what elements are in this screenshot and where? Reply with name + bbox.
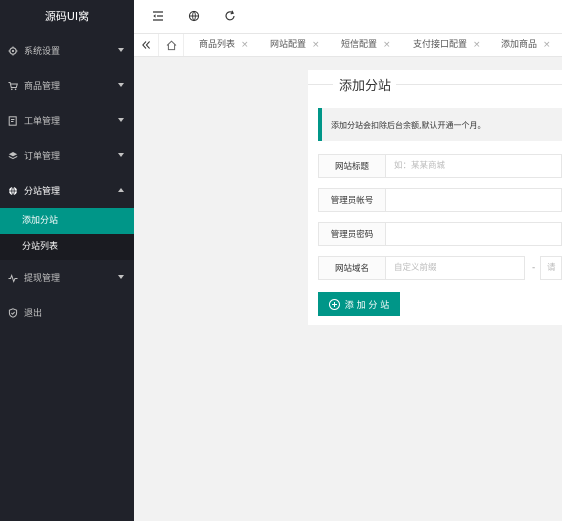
tab-label: 添加商品 — [501, 40, 538, 50]
gear-icon — [7, 45, 19, 57]
app-logo[interactable]: 源码UI窝 — [0, 0, 134, 33]
sidebar-subitem-add-substation[interactable]: 添加分站 — [0, 208, 134, 234]
globe-icon[interactable] — [188, 10, 200, 22]
sidebar-item-substation-management[interactable]: 分站管理 — [0, 173, 134, 208]
sidebar-item-label: 工单管理 — [24, 117, 61, 127]
add-substation-card: 添加分站 添加分站会扣除后台余额,默认开通一个月。 网站标题 如：某某商城 管理… — [308, 70, 562, 325]
close-icon[interactable]: × — [473, 40, 481, 50]
sidebar-item-label: 退出 — [24, 309, 43, 319]
admin-password-row: 管理员密码 — [318, 222, 562, 246]
pulse-icon — [7, 272, 19, 284]
sidebar-item-product-management[interactable]: 商品管理 — [0, 68, 134, 103]
refresh-icon[interactable] — [224, 10, 236, 22]
home-icon — [166, 40, 176, 50]
close-icon[interactable]: × — [383, 40, 391, 50]
sidebar-item-label: 商品管理 — [24, 82, 61, 92]
tab-add-product[interactable]: 添加商品 × — [501, 34, 551, 56]
sidebar-subitem-substation-list[interactable]: 分站列表 — [0, 234, 134, 260]
tab-sms-config[interactable]: 短信配置 × — [341, 34, 391, 56]
box-icon — [7, 150, 19, 162]
legend-divider — [308, 84, 333, 85]
close-icon[interactable]: × — [312, 40, 320, 50]
notice-box: 添加分站会扣除后台余额,默认开通一个月。 — [318, 108, 562, 141]
sidebar: 源码UI窝 系统设置 商品管理 工单管理 订单管理 分站管理 添加分站 分站列表… — [0, 0, 134, 521]
tabs-scroll-left-button[interactable] — [134, 34, 159, 56]
chevron-down-icon — [118, 153, 124, 157]
double-chevron-left-icon — [142, 41, 150, 49]
form-legend: 添加分站 — [308, 75, 562, 94]
domain-separator: - — [532, 263, 536, 273]
sidebar-item-label: 提现管理 — [24, 274, 61, 284]
site-title-label: 网站标题 — [318, 154, 386, 178]
tab-payment-config[interactable]: 支付接口配置 × — [413, 34, 481, 56]
cart-icon — [7, 80, 19, 92]
admin-account-label: 管理员帐号 — [318, 188, 386, 212]
domain-label: 网站域名 — [318, 256, 386, 280]
sidebar-item-withdrawal-management[interactable]: 提现管理 — [0, 260, 134, 295]
sidebar-item-label: 分站管理 — [24, 187, 61, 197]
shield-icon — [7, 307, 19, 319]
add-substation-button-label: 添 加 分 站 — [344, 300, 390, 311]
tab-home[interactable] — [159, 34, 184, 56]
tab-label: 支付接口配置 — [413, 40, 468, 50]
tabs-bar: 商品列表 × 网站配置 × 短信配置 × 支付接口配置 × 添加商品 × — [134, 34, 562, 57]
chevron-down-icon — [118, 275, 124, 279]
chevron-down-icon — [118, 118, 124, 122]
legend-divider — [396, 84, 562, 85]
tab-label: 网站配置 — [270, 40, 307, 50]
sidebar-item-logout[interactable]: 退出 — [0, 295, 134, 330]
domain-suffix-select[interactable]: 请选择 — [540, 256, 562, 280]
site-title-row: 网站标题 如：某某商城 — [318, 154, 562, 178]
plus-circle-icon — [328, 298, 340, 310]
chevron-down-icon — [118, 48, 124, 52]
add-substation-button[interactable]: 添 加 分 站 — [318, 292, 400, 316]
ticket-icon — [7, 115, 19, 127]
sidebar-item-label: 订单管理 — [24, 152, 61, 162]
domain-row: 网站域名 自定义前缀 - 请选择 — [318, 256, 562, 280]
chevron-up-icon — [118, 188, 124, 192]
sidebar-item-order-management[interactable]: 订单管理 — [0, 138, 134, 173]
tab-product-list[interactable]: 商品列表 × — [199, 34, 249, 56]
sidebar-item-label: 系统设置 — [24, 47, 61, 57]
globe-icon — [7, 185, 19, 197]
tab-site-config[interactable]: 网站配置 × — [270, 34, 320, 56]
domain-prefix-input[interactable]: 自定义前缀 — [386, 256, 525, 280]
notice-text: 添加分站会扣除后台余额,默认开通一个月。 — [331, 121, 486, 130]
top-header — [134, 0, 562, 34]
close-icon[interactable]: × — [543, 40, 551, 50]
menu-fold-icon[interactable] — [152, 10, 164, 22]
sidebar-item-system-settings[interactable]: 系统设置 — [0, 33, 134, 68]
admin-password-label: 管理员密码 — [318, 222, 386, 246]
form-title: 添加分站 — [337, 75, 394, 94]
tab-label: 商品列表 — [199, 40, 236, 50]
site-title-input[interactable]: 如：某某商城 — [386, 154, 562, 178]
admin-account-input[interactable] — [386, 188, 562, 212]
chevron-down-icon — [118, 83, 124, 87]
sidebar-item-ticket-management[interactable]: 工单管理 — [0, 103, 134, 138]
admin-password-input[interactable] — [386, 222, 562, 246]
tab-label: 短信配置 — [341, 40, 378, 50]
close-icon[interactable]: × — [241, 40, 249, 50]
admin-account-row: 管理员帐号 — [318, 188, 562, 212]
